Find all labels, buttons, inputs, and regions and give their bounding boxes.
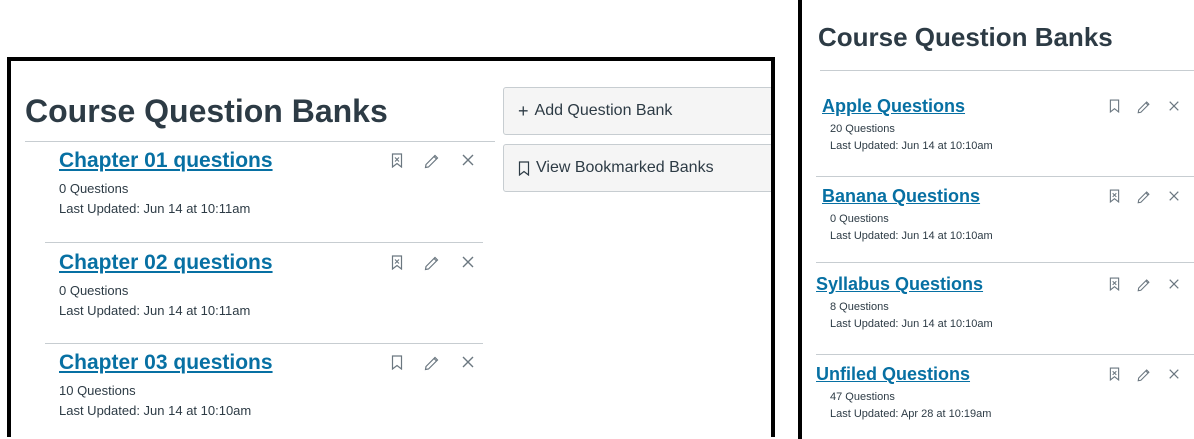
plus-icon: +	[518, 100, 529, 121]
close-icon[interactable]	[461, 153, 475, 167]
pencil-icon[interactable]	[423, 253, 441, 271]
bank-actions	[1109, 188, 1180, 204]
bank-actions	[1109, 98, 1180, 114]
bank-divider	[816, 176, 1194, 177]
bank-actions	[391, 353, 475, 371]
question-bank-item: Unfiled Questions 47 Questions Last Upda…	[816, 364, 1180, 423]
add-question-bank-button[interactable]: + Add Question Bank	[503, 87, 771, 135]
question-bank-item: Syllabus Questions 8 Questions Last Upda…	[816, 274, 1180, 333]
bookmark-icon	[518, 160, 530, 176]
bank-actions	[391, 151, 475, 169]
page-title: Course Question Banks	[818, 22, 1113, 52]
bank-actions	[1109, 276, 1180, 292]
last-updated: Last Updated: Jun 14 at 10:10am	[830, 318, 993, 331]
question-count: 0 Questions	[59, 181, 129, 196]
pencil-icon[interactable]	[1136, 276, 1152, 292]
bookmark-x-icon[interactable]	[1109, 277, 1120, 291]
last-updated: Last Updated: Jun 14 at 10:10am	[830, 230, 993, 243]
bank-title-link[interactable]: Chapter 02 questions	[59, 251, 273, 275]
bank-divider	[816, 354, 1194, 355]
last-updated: Last Updated: Jun 14 at 10:10am	[830, 140, 993, 153]
close-icon[interactable]	[1168, 278, 1180, 290]
last-updated: Last Updated: Jun 14 at 10:11am	[59, 201, 251, 217]
pencil-icon[interactable]	[1136, 98, 1152, 114]
question-count: 20 Questions	[830, 123, 895, 135]
view-bookmarked-banks-button[interactable]: View Bookmarked Banks	[503, 144, 771, 192]
bank-divider	[45, 343, 483, 344]
bookmark-icon[interactable]	[1109, 99, 1120, 113]
bank-divider	[816, 262, 1194, 263]
bank-title-link[interactable]: Syllabus Questions	[816, 274, 983, 295]
add-question-bank-label: Add Question Bank	[534, 102, 673, 119]
bank-title-link[interactable]: Apple Questions	[822, 96, 965, 117]
question-banks-panel-right: Course Question Banks Apple Questions 20…	[798, 0, 1194, 439]
bank-meta: 8 Questions Last Updated: Jun 14 at 10:1…	[830, 299, 1180, 333]
bank-divider	[45, 242, 483, 243]
pencil-icon[interactable]	[1136, 366, 1152, 382]
bank-title-link[interactable]: Chapter 03 questions	[59, 351, 273, 375]
close-icon[interactable]	[461, 255, 475, 269]
bookmark-x-icon[interactable]	[1109, 367, 1120, 381]
pencil-icon[interactable]	[423, 151, 441, 169]
question-count: 47 Questions	[830, 391, 895, 403]
bank-meta: 10 Questions Last Updated: Jun 14 at 10:…	[59, 381, 483, 421]
header-divider	[25, 141, 495, 142]
bank-meta: 0 Questions Last Updated: Jun 14 at 10:1…	[830, 211, 1180, 245]
last-updated: Last Updated: Apr 28 at 10:19am	[830, 408, 992, 421]
close-icon[interactable]	[1168, 368, 1180, 380]
question-count: 0 Questions	[830, 213, 889, 225]
bank-title-link[interactable]: Unfiled Questions	[816, 364, 970, 385]
question-bank-item: Banana Questions 0 Questions Last Update…	[820, 186, 1180, 245]
pencil-icon[interactable]	[1136, 188, 1152, 204]
close-icon[interactable]	[461, 355, 475, 369]
question-count: 0 Questions	[59, 283, 129, 298]
pencil-icon[interactable]	[423, 353, 441, 371]
last-updated: Last Updated: Jun 14 at 10:11am	[59, 303, 251, 319]
page-title: Course Question Banks	[25, 93, 388, 129]
bank-actions	[391, 253, 475, 271]
bookmark-x-icon[interactable]	[391, 254, 403, 270]
bank-meta: 47 Questions Last Updated: Apr 28 at 10:…	[830, 389, 1180, 423]
bookmark-x-icon[interactable]	[1109, 189, 1120, 203]
bank-meta: 0 Questions Last Updated: Jun 14 at 10:1…	[59, 179, 483, 219]
bank-meta: 20 Questions Last Updated: Jun 14 at 10:…	[830, 121, 1180, 155]
close-icon[interactable]	[1168, 190, 1180, 202]
question-count: 8 Questions	[830, 301, 889, 313]
bank-meta: 0 Questions Last Updated: Jun 14 at 10:1…	[59, 281, 483, 321]
bookmark-icon[interactable]	[391, 354, 403, 370]
bank-title-link[interactable]: Banana Questions	[822, 186, 980, 207]
last-updated: Last Updated: Jun 14 at 10:10am	[59, 403, 252, 419]
bank-actions	[1109, 366, 1180, 382]
bookmark-x-icon[interactable]	[391, 152, 403, 168]
question-banks-panel-left: Course Question Banks + Add Question Ban…	[7, 57, 775, 437]
question-bank-item: Chapter 03 questions 10 Questions Last U…	[53, 351, 483, 421]
bank-title-link[interactable]: Chapter 01 questions	[59, 149, 273, 173]
header-divider	[820, 70, 1194, 71]
close-icon[interactable]	[1168, 100, 1180, 112]
question-bank-item: Apple Questions 20 Questions Last Update…	[820, 96, 1180, 155]
question-count: 10 Questions	[59, 383, 136, 398]
question-bank-item: Chapter 01 questions 0 Questions Last Up…	[53, 149, 483, 219]
question-bank-item: Chapter 02 questions 0 Questions Last Up…	[53, 251, 483, 321]
view-bookmarked-banks-label: View Bookmarked Banks	[536, 159, 714, 176]
